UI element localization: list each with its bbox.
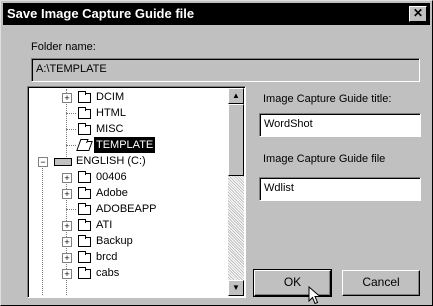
tree-item-label: ENGLISH (C:) — [76, 155, 146, 167]
drive-icon — [54, 158, 72, 166]
tree-item-label: HTML — [96, 107, 126, 119]
expand-icon[interactable]: + — [62, 237, 72, 247]
tree-connector — [66, 209, 76, 210]
title-field[interactable]: WordShot — [259, 113, 421, 137]
title-field-label: Image Capture Guide title: — [263, 93, 392, 105]
expand-icon[interactable]: + — [62, 189, 72, 199]
title-bar: Save Image Capture Guide file ✕ — [3, 3, 430, 25]
tree-item-label: Adobe — [96, 187, 128, 199]
folder-name-label: Folder name: — [31, 41, 96, 53]
expand-icon[interactable]: + — [62, 221, 72, 231]
file-field-label: Image Capture Guide file — [263, 153, 386, 165]
collapse-icon[interactable]: − — [38, 157, 48, 167]
tree-item-label: DCIM — [96, 91, 125, 103]
folder-icon — [78, 203, 91, 215]
tree-item-label-selected: TEMPLATE — [94, 137, 156, 153]
folder-name-value: A:\TEMPLATE — [36, 63, 107, 75]
expand-icon[interactable]: + — [62, 173, 72, 183]
folder-icon — [78, 123, 91, 135]
tree-item-label: cabs — [96, 267, 120, 279]
scroll-down-button[interactable]: ▼ — [228, 280, 244, 296]
folder-tree[interactable]: + DCIM HTML MISC TEMPLATE − ENGLISH (C:)… — [27, 86, 246, 298]
tree-item-label: ATI — [96, 219, 113, 231]
cancel-button[interactable]: Cancel — [342, 270, 420, 296]
tree-connector — [42, 161, 43, 295]
title-field-value: WordShot — [264, 118, 313, 130]
close-button[interactable]: ✕ — [409, 6, 427, 22]
folder-icon — [78, 235, 91, 247]
folder-icon — [78, 251, 91, 263]
arrow-down-icon: ▼ — [232, 283, 240, 292]
save-dialog: Save Image Capture Guide file ✕ Folder n… — [0, 0, 433, 306]
folder-icon — [78, 267, 91, 279]
tree-item-label: 00406 — [96, 171, 127, 183]
folder-icon — [78, 219, 91, 231]
tree-item-label: ADOBEAPP — [96, 203, 157, 215]
expand-icon[interactable]: + — [62, 253, 72, 263]
dialog-title: Save Image Capture Guide file — [7, 6, 195, 21]
folder-icon — [78, 91, 91, 103]
expand-icon[interactable]: + — [62, 93, 72, 103]
folder-icon — [78, 171, 91, 183]
tree-scrollbar[interactable]: ▲ ▼ — [228, 88, 244, 296]
folder-icon — [78, 107, 91, 119]
folder-tree-list: + DCIM HTML MISC TEMPLATE − ENGLISH (C:)… — [30, 89, 227, 295]
tree-item-label: MISC — [96, 123, 124, 135]
tree-item-label: brcd — [96, 251, 118, 263]
tree-item-label: Backup — [96, 235, 133, 247]
mouse-cursor-icon — [308, 286, 322, 305]
file-field[interactable]: Wdlist — [259, 177, 421, 201]
file-field-value: Wdlist — [264, 182, 294, 194]
scroll-up-button[interactable]: ▲ — [228, 88, 244, 104]
arrow-up-icon: ▲ — [232, 91, 240, 100]
tree-connector — [66, 113, 76, 114]
folder-name-field: A:\TEMPLATE — [31, 58, 420, 82]
expand-icon[interactable]: + — [62, 269, 72, 279]
close-icon: ✕ — [412, 6, 424, 20]
folder-icon — [78, 187, 91, 199]
tree-connector — [66, 145, 76, 146]
tree-connector — [66, 129, 76, 130]
open-folder-icon — [76, 141, 93, 151]
scroll-thumb[interactable] — [228, 104, 244, 176]
